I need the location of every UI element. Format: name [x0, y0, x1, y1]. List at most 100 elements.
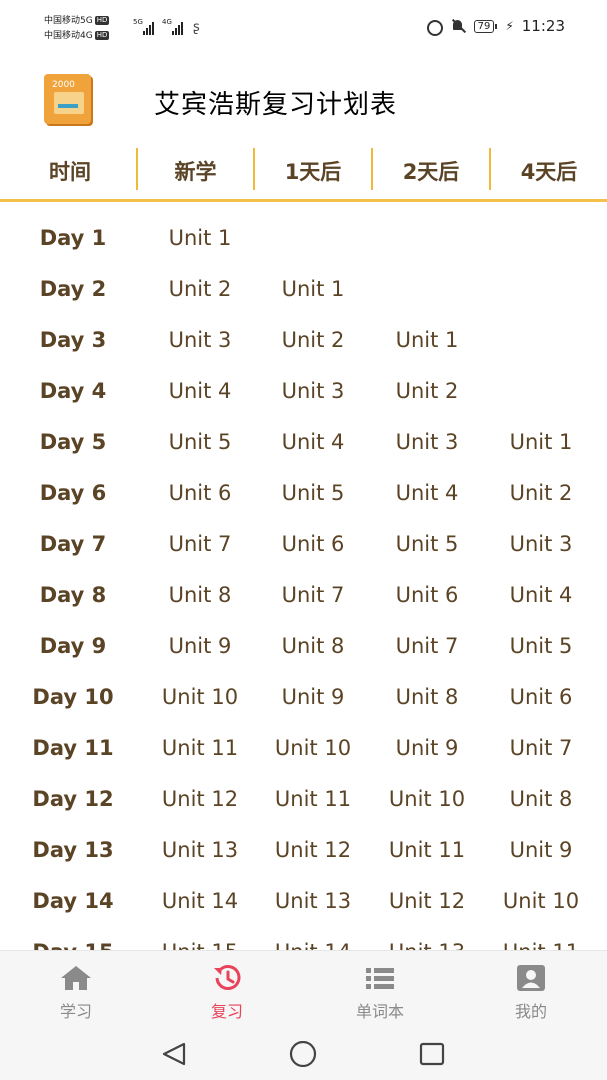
- unit-cell: Unit 3: [168, 327, 232, 352]
- day-cell: Day 9: [39, 633, 107, 658]
- day-cell: Day 1: [39, 225, 107, 250]
- unit-cell: Unit 3: [395, 429, 459, 454]
- review-schedule-table[interactable]: Day 1 Unit 1 Day 2 Unit 2 Unit 1 Day 3 Unit 3 U…: [0, 212, 607, 951]
- unit-cell: Unit 8: [395, 684, 459, 709]
- nav-wordbook[interactable]: 单词本: [320, 951, 440, 1027]
- day-cell: Day 15: [14, 926, 132, 951]
- battery-level: 79: [473, 19, 495, 33]
- table-row: Day 7 Unit 7 Unit 6 Unit 5 Unit 3: [0, 518, 607, 569]
- day-cell: Day 4: [39, 378, 107, 403]
- table-row: Day 3 Unit 3 Unit 2 Unit 1: [0, 314, 607, 365]
- unit-cell: Unit 9: [168, 633, 232, 658]
- unit-cell: Unit 7: [509, 735, 573, 760]
- nav-review-label: 复习: [210, 1002, 243, 1021]
- table-row: Day 1 Unit 1: [0, 212, 607, 263]
- unit-cell: Unit 4: [281, 429, 345, 454]
- nav-profile[interactable]: 我的: [471, 951, 591, 1027]
- unit-cell: Unit 11: [161, 735, 239, 760]
- unit-cell: Unit 9: [281, 684, 345, 709]
- day-cell: Day 14: [32, 888, 114, 913]
- mute-icon: [450, 18, 466, 34]
- sync-icon: ʂ: [193, 20, 200, 35]
- table-row: Day 15 Unit 15Unit 14Unit 13Unit 11: [0, 926, 607, 951]
- unit-cell: Unit 6: [509, 684, 573, 709]
- table-row: Day 11 Unit 11 Unit 10 Unit 9 Unit 7: [0, 722, 607, 773]
- unit-cell: Unit 1: [509, 429, 573, 454]
- back-icon[interactable]: [160, 1042, 188, 1066]
- unit-cell: Unit 1: [395, 327, 459, 352]
- unit-cell: Unit 5: [395, 531, 459, 556]
- unit-cell: Unit 8: [509, 786, 573, 811]
- day-cell: Day 12: [32, 786, 114, 811]
- table-row: Day 12 Unit 12 Unit 11 Unit 10 Unit 8: [0, 773, 607, 824]
- column-time: 时间: [49, 159, 91, 184]
- nav-study[interactable]: 学习: [16, 951, 136, 1027]
- unit-cell: [368, 263, 486, 314]
- unit-cell: Unit 1: [168, 225, 232, 250]
- unit-cell: Unit 10: [388, 786, 466, 811]
- unit-cell: Unit 13: [161, 837, 239, 862]
- day-cell: Day 7: [39, 531, 107, 556]
- column-1day: 1天后: [284, 159, 342, 184]
- unit-cell: Unit 14: [254, 926, 372, 951]
- unit-cell: Unit 8: [281, 633, 345, 658]
- hd-badge: HD: [94, 31, 110, 40]
- unit-cell: Unit 5: [509, 633, 573, 658]
- unit-cell: Unit 8: [168, 582, 232, 607]
- table-row: Day 13 Unit 13 Unit 12 Unit 11 Unit 9: [0, 824, 607, 875]
- hd-badge: HD: [94, 16, 110, 25]
- unit-cell: Unit 4: [168, 378, 232, 403]
- column-new: 新学: [174, 159, 217, 184]
- unit-cell: Unit 10: [161, 684, 239, 709]
- carrier-2: 中国移动4G: [44, 31, 93, 41]
- unit-cell: Unit 7: [281, 582, 345, 607]
- unit-cell: Unit 14: [161, 888, 239, 913]
- table-row: Day 6 Unit 6 Unit 5 Unit 4 Unit 2: [0, 467, 607, 518]
- unit-cell: Unit 13: [274, 888, 352, 913]
- unit-cell: Unit 3: [509, 531, 573, 556]
- unit-cell: Unit 6: [168, 480, 232, 505]
- table-row: Day 14 Unit 14 Unit 13 Unit 12 Unit 10: [0, 875, 607, 926]
- unit-cell: Unit 5: [281, 480, 345, 505]
- net-4g-label: 4G: [162, 18, 172, 26]
- unit-cell: Unit 4: [509, 582, 573, 607]
- column-2day: 2天后: [402, 159, 460, 184]
- status-bar: 中国移动5G HD 中国移动4G HD 5G 4G ʂ 79 ⚡ 11:23: [0, 0, 607, 58]
- unit-cell: Unit 1: [281, 276, 345, 301]
- unit-cell: Unit 10: [274, 735, 352, 760]
- day-cell: Day 3: [39, 327, 107, 352]
- recents-icon[interactable]: [418, 1042, 446, 1066]
- clock: 11:23: [521, 17, 565, 35]
- day-cell: Day 2: [39, 276, 107, 301]
- carrier-1: 中国移动5G: [44, 16, 93, 26]
- table-row: Day 9 Unit 9 Unit 8 Unit 7 Unit 5: [0, 620, 607, 671]
- unit-cell: Unit 6: [395, 582, 459, 607]
- unit-cell: [482, 314, 600, 365]
- day-cell: Day 8: [39, 582, 107, 607]
- logo-text: 2000: [52, 80, 75, 90]
- unit-cell: [368, 212, 486, 263]
- unit-cell: Unit 12: [388, 888, 466, 913]
- home-icon: [61, 966, 91, 990]
- net-5g-label: 5G: [133, 18, 143, 26]
- nav-study-label: 学习: [59, 1002, 92, 1021]
- column-header: 时间 新学 1天后 2天后 4天后: [0, 142, 607, 202]
- table-row: Day 8 Unit 8 Unit 7 Unit 6 Unit 4: [0, 569, 607, 620]
- bottom-nav: 学习 复习 单词本 我的: [0, 950, 607, 1026]
- page-title: 艾宾浩斯复习计划表: [154, 90, 398, 120]
- day-cell: Day 5: [39, 429, 107, 454]
- table-row: Day 10 Unit 10 Unit 9 Unit 8 Unit 6: [0, 671, 607, 722]
- status-right: 79 ⚡ 11:23: [426, 17, 565, 36]
- day-cell: Day 6: [39, 480, 107, 505]
- day-cell: Day 10: [32, 684, 114, 709]
- unit-cell: Unit 6: [281, 531, 345, 556]
- signal-indicators: 5G 4G ʂ: [133, 17, 200, 35]
- unit-cell: Unit 9: [395, 735, 459, 760]
- home-circle-icon[interactable]: [288, 1041, 318, 1067]
- nav-review[interactable]: 复习: [167, 951, 287, 1027]
- column-4day: 4天后: [520, 159, 578, 184]
- unit-cell: Unit 3: [281, 378, 345, 403]
- app-header: 2000 艾宾浩斯复习计划表: [0, 58, 607, 142]
- unit-cell: Unit 2: [395, 378, 459, 403]
- carrier-info: 中国移动5G HD 中国移动4G HD: [44, 14, 110, 44]
